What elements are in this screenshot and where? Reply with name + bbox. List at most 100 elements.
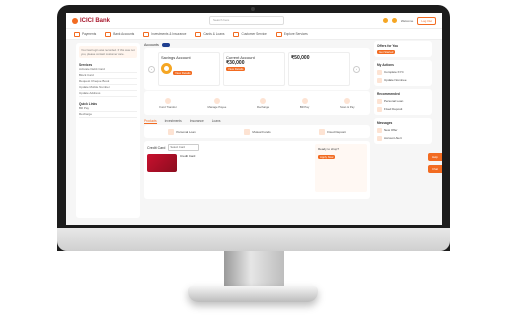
accounts-title: Accounts — [144, 42, 159, 47]
scan-icon — [344, 97, 351, 104]
logo-mark-icon — [72, 17, 78, 24]
action-item[interactable]: Update Nominee — [377, 78, 429, 83]
loan-icon — [168, 128, 175, 135]
recommended-title: Recommended — [377, 92, 400, 96]
quick-action[interactable]: Recharge — [257, 97, 270, 109]
deposit-icon — [319, 128, 326, 135]
product-label: Personal Loan — [176, 129, 196, 134]
quick-action[interactable]: Manage Payee — [208, 97, 226, 109]
left-link[interactable]: Update Address — [79, 91, 137, 97]
accounts-card: ‹ Savings Account View Details Current A… — [144, 48, 370, 90]
promo-title: Ready to shop? — [318, 147, 340, 151]
balance-ring-icon — [161, 63, 172, 74]
monitor-stand-base — [188, 286, 318, 302]
action-label: Complete KYC — [384, 70, 404, 74]
chevron-left-icon[interactable]: ‹ — [148, 65, 155, 73]
my-actions-title: My Actions — [377, 63, 394, 67]
deposit-icon — [377, 107, 382, 112]
nav-item-service[interactable]: Customer Service — [233, 31, 267, 37]
account-tile[interactable]: Savings Account View Details — [158, 52, 220, 86]
message-label: New Offer — [384, 128, 398, 132]
right-panel: Offers for You Get Started My Actions Co… — [374, 41, 432, 147]
quick-action-label: Fund Transfer — [159, 104, 177, 109]
toggle-icon[interactable] — [161, 42, 170, 47]
recommended-item[interactable]: Fixed Deposit — [377, 107, 429, 112]
logout-button[interactable]: Log Out — [417, 16, 436, 25]
offers-button[interactable]: Get Started — [377, 50, 396, 54]
quick-action-label: Scan & Pay — [339, 104, 355, 109]
card-icon — [195, 31, 202, 37]
bank-icon — [105, 31, 112, 37]
quick-action[interactable]: Fund Transfer — [159, 97, 177, 109]
account-balance: ₹30,000 — [226, 60, 245, 66]
left-link[interactable]: Recharge — [79, 112, 137, 118]
action-item[interactable]: Complete KYC — [377, 70, 429, 75]
promo-button[interactable]: Apply Now — [318, 155, 336, 159]
quick-action-label: Recharge — [257, 104, 270, 109]
tab-insurance[interactable]: Insurance — [190, 119, 204, 123]
bell-icon[interactable] — [382, 18, 388, 23]
headset-icon — [233, 31, 240, 37]
nav-item-investments[interactable]: Investments & Insurance — [143, 31, 187, 37]
alert-icon — [377, 136, 382, 141]
card-name: Credit Card — [180, 154, 196, 158]
action-label: Update Nominee — [384, 78, 407, 82]
product-item[interactable]: Personal Loan — [168, 128, 196, 135]
nominee-icon — [377, 78, 382, 83]
account-balance: ₹50,000 — [291, 55, 310, 61]
wallet-icon — [74, 31, 80, 37]
bill-icon — [301, 97, 308, 104]
nav-item-accounts[interactable]: Bank Accounts — [105, 31, 135, 37]
quick-actions: Fund Transfer Manage Payee Recharge Bill… — [144, 91, 370, 115]
help-button[interactable]: Help — [428, 153, 442, 161]
card-select[interactable]: Select Card — [168, 144, 200, 151]
recommended-label: Fixed Deposit — [384, 107, 403, 111]
nav-item-cards[interactable]: Cards & Loans — [195, 31, 225, 37]
header-actions: Welcome Log Out — [382, 16, 436, 25]
left-panel: Your last login was recorded. If this wa… — [76, 43, 140, 218]
compass-icon — [275, 31, 282, 37]
product-item[interactable]: Mutual Funds — [244, 128, 271, 135]
main-nav: Payments Bank Accounts Investments & Ins… — [66, 29, 442, 40]
chevron-right-icon[interactable]: › — [353, 65, 360, 73]
account-tile[interactable]: ₹50,000 — [288, 52, 350, 86]
nav-label: Customer Service — [241, 32, 267, 36]
avatar[interactable] — [391, 18, 397, 23]
credit-card-image — [147, 154, 177, 172]
quick-action[interactable]: Bill Pay — [300, 97, 309, 109]
transfer-icon — [165, 97, 172, 104]
nav-label: Bank Accounts — [113, 32, 135, 36]
nav-item-payments[interactable]: Payments — [74, 31, 96, 37]
tab-products[interactable]: Products — [144, 119, 157, 124]
recharge-icon — [260, 97, 267, 104]
offers-title: Offers for You — [377, 44, 399, 48]
account-tile[interactable]: Current Account ₹30,000 View Details — [223, 52, 285, 86]
chat-button[interactable]: Chat — [428, 165, 442, 173]
credit-card-title: Credit Card — [147, 145, 166, 150]
nav-label: Investments & Insurance — [151, 32, 187, 36]
product-tabs: Products Investments Insurance Loans — [144, 117, 370, 125]
tab-investments[interactable]: Investments — [165, 119, 182, 123]
search-input[interactable]: Search here — [208, 16, 284, 25]
message-item[interactable]: New Offer — [377, 128, 429, 133]
messages-title: Messages — [377, 121, 393, 125]
nav-item-explore[interactable]: Explore Services — [275, 31, 308, 37]
credit-card-section: Credit Card Select Card Credit Card Read… — [144, 141, 370, 199]
recommended-card: Recommended Personal Loan Fixed Deposit — [374, 89, 432, 115]
browser-screen: ICICI Bank Search here Welcome Log Out P… — [66, 13, 442, 225]
recommended-item[interactable]: Personal Loan — [377, 99, 429, 104]
offer-icon — [377, 128, 382, 133]
brand-name: ICICI Bank — [80, 17, 111, 24]
products-strip: Personal Loan Mutual Funds Fixed Deposit — [144, 125, 370, 138]
product-item[interactable]: Fixed Deposit — [319, 128, 346, 135]
message-item[interactable]: Account Alert — [377, 136, 429, 141]
my-actions-card: My Actions Complete KYC Update Nominee — [374, 60, 432, 86]
account-action-button[interactable]: View Details — [173, 71, 193, 75]
quick-action[interactable]: Scan & Pay — [339, 97, 355, 109]
tab-loans[interactable]: Loans — [212, 119, 221, 123]
bank-logo[interactable]: ICICI Bank — [72, 17, 111, 24]
nav-label: Cards & Loans — [203, 32, 225, 36]
account-action-button[interactable]: View Details — [226, 67, 246, 71]
shop-promo[interactable]: Ready to shop? Apply Now — [315, 144, 367, 192]
monitor-chin — [57, 228, 450, 251]
